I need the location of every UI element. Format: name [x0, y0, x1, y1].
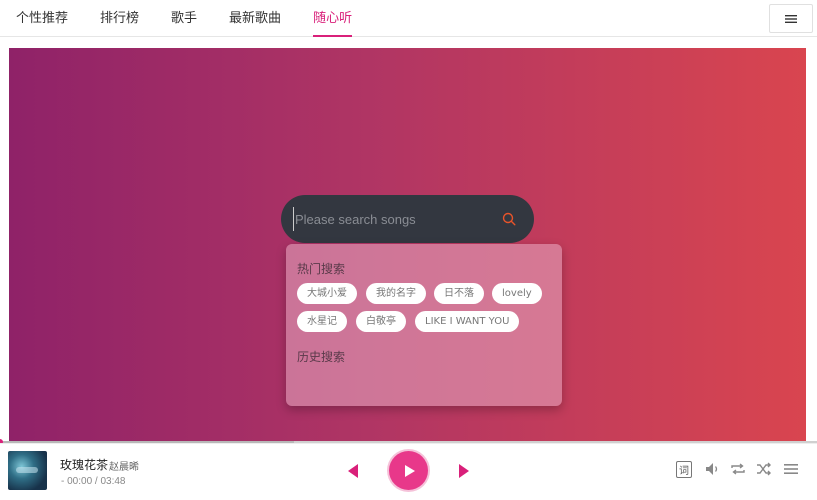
music-app: 个性推荐 排行榜 歌手 最新歌曲 随心听 热门搜索 大城小爱 我的名字: [0, 0, 817, 500]
tab-new-songs[interactable]: 最新歌曲: [229, 0, 281, 37]
lyrics-button[interactable]: 词: [676, 461, 692, 478]
playlist-icon: [784, 464, 798, 474]
tab-recommend[interactable]: 个性推荐: [16, 0, 68, 37]
prev-button[interactable]: [346, 463, 360, 479]
hot-search-chip[interactable]: 日不落: [434, 283, 484, 304]
song-title: 玫瑰花茶: [60, 458, 109, 472]
search-button[interactable]: [502, 212, 516, 226]
search-bar: [281, 195, 534, 243]
next-icon: [459, 464, 469, 478]
song-time: - 00:00 / 03:48: [61, 476, 126, 487]
prev-icon: [348, 464, 358, 478]
search-suggestions: 热门搜索 大城小爱 我的名字 日不落 lovely 水星记 白敬亭 LIKE I…: [286, 244, 562, 406]
menu-icon: [785, 14, 797, 23]
play-button[interactable]: [389, 451, 428, 490]
album-cover[interactable]: [8, 451, 47, 490]
search-input[interactable]: [293, 207, 493, 231]
volume-icon: [706, 463, 718, 475]
song-artist: 赵晨晞: [109, 462, 139, 473]
volume-button[interactable]: [705, 461, 721, 477]
hot-search-chip[interactable]: 水星记: [297, 311, 347, 332]
shuffle-icon: [757, 462, 771, 476]
hot-search-chip[interactable]: 白敬亭: [356, 311, 406, 332]
hot-search-chip[interactable]: lovely: [492, 283, 542, 304]
hot-search-chip[interactable]: LIKE I WANT YOU: [415, 311, 520, 332]
tab-random-listen[interactable]: 随心听: [313, 0, 353, 37]
hot-search-chip[interactable]: 我的名字: [366, 283, 426, 304]
loop-button[interactable]: [730, 461, 746, 477]
shuffle-button[interactable]: [756, 461, 772, 477]
menu-button[interactable]: [769, 4, 813, 33]
nav-tabs: 个性推荐 排行榜 歌手 最新歌曲 随心听: [0, 0, 368, 37]
hot-search-title: 热门搜索: [297, 262, 346, 276]
playlist-button[interactable]: [783, 461, 799, 477]
loop-icon: [731, 463, 745, 475]
tab-singers[interactable]: 歌手: [171, 0, 197, 37]
search-icon: [502, 212, 516, 226]
top-nav: 个性推荐 排行榜 歌手 最新歌曲 随心听: [0, 0, 817, 37]
next-button[interactable]: [457, 463, 471, 479]
hot-search-chip[interactable]: 大城小爱: [297, 283, 357, 304]
history-search-title: 历史搜索: [297, 350, 346, 364]
tab-charts[interactable]: 排行榜: [100, 0, 139, 37]
play-icon: [404, 464, 415, 477]
